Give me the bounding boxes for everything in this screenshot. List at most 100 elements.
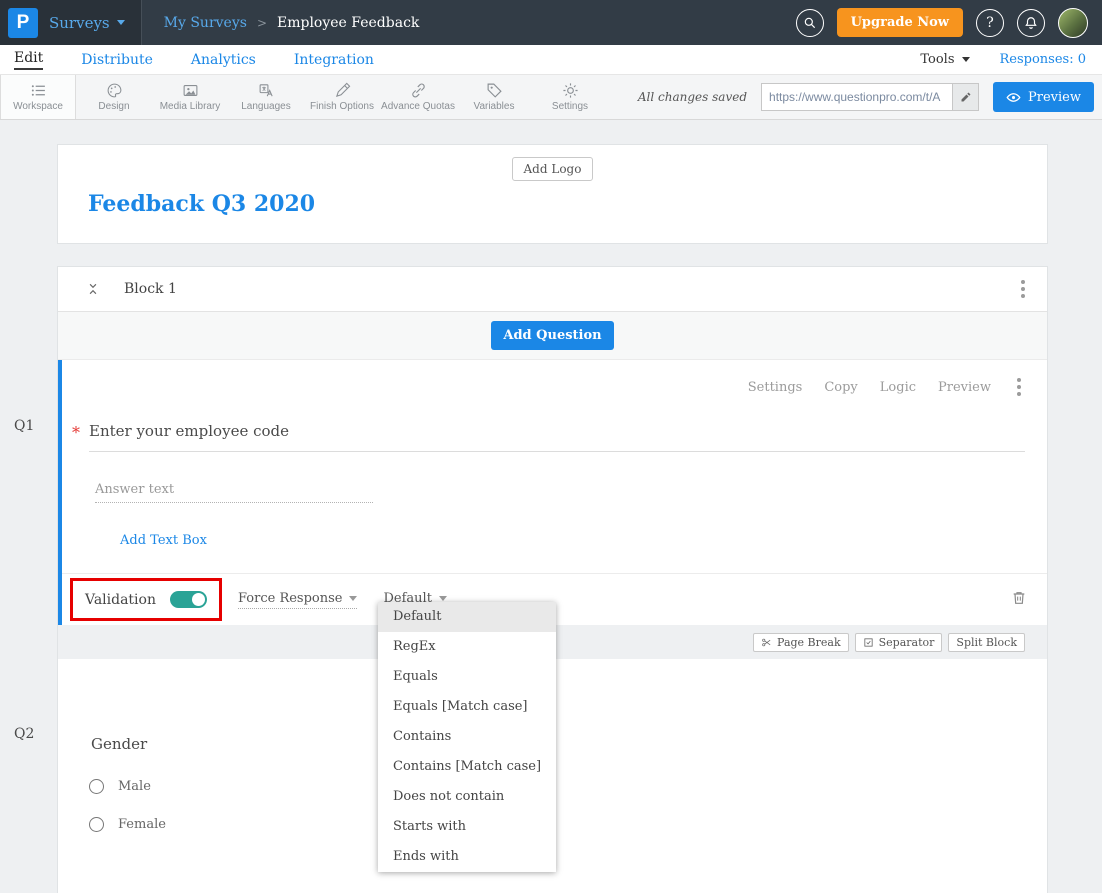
top-bar: P Surveys My Surveys > Employee Feedback… [0,0,1102,45]
add-logo-button[interactable]: Add Logo [512,157,594,181]
page-title: Employee Feedback [277,15,419,31]
radio-label[interactable]: Female [118,817,166,832]
toolbar-label: Advance Quotas [381,101,455,112]
question-logic-action[interactable]: Logic [880,380,916,395]
radio-button[interactable] [89,817,104,832]
help-icon: ? [986,15,994,31]
menu-item-ends-with[interactable]: Ends with [378,842,556,872]
answer-option-row: Male [89,779,1023,794]
tools-menu[interactable]: Tools [920,52,969,67]
question-settings-action[interactable]: Settings [748,380,803,395]
toolbar-label: Finish Options [310,101,374,112]
tab-integration[interactable]: Integration [294,52,374,68]
search-icon [803,16,817,30]
toolbar-item-languages[interactable]: Languages [228,75,304,119]
menu-item-equals[interactable]: Equals [378,662,556,692]
survey-url-input[interactable] [762,84,952,110]
scissors-icon [761,637,772,648]
toolbar-label: Languages [241,101,291,112]
link-icon [410,82,427,99]
answer-text-field[interactable]: Answer text [95,482,373,503]
menu-item-does-not-contain[interactable]: Does not contain [378,782,556,812]
translate-icon [258,82,275,99]
toolbar-item-advance-quotas[interactable]: Advance Quotas [380,75,456,119]
toolbar-item-workspace[interactable]: Workspace [0,75,76,119]
page-break-button[interactable]: Page Break [753,633,849,652]
answer-option-row: Female [89,817,1023,832]
split-block-button[interactable]: Split Block [948,633,1025,652]
add-text-box-link[interactable]: Add Text Box [120,533,207,548]
search-button[interactable] [796,9,824,37]
tab-analytics[interactable]: Analytics [191,52,256,68]
toolbar-item-settings[interactable]: Settings [532,75,608,119]
survey-title[interactable]: Feedback Q3 2020 [88,191,1047,217]
tab-distribute[interactable]: Distribute [81,52,153,68]
pencil-icon [960,91,972,103]
add-question-button[interactable]: Add Question [491,321,613,350]
validation-toggle[interactable] [170,591,207,608]
split-block-label: Split Block [956,636,1017,649]
block-header: Block 1 [58,267,1047,312]
breadcrumb-separator: > [257,16,267,30]
breadcrumb-my-surveys[interactable]: My Surveys [164,15,247,31]
force-response-dropdown[interactable]: Force Response [238,591,358,609]
tab-edit[interactable]: Edit [14,50,43,70]
edit-url-button[interactable] [952,84,978,110]
tools-label: Tools [920,52,954,67]
question-2-code: Q2 [14,726,34,742]
product-menu-label: Surveys [49,14,110,32]
workspace-icon [30,82,47,99]
menu-item-default[interactable]: Default [378,602,556,632]
question-menu-icon[interactable] [1013,374,1025,400]
delete-question-button[interactable] [1011,590,1027,610]
toolbar-item-design[interactable]: Design [76,75,152,119]
collapse-block-icon[interactable] [86,282,100,296]
menu-item-starts-with[interactable]: Starts with [378,812,556,842]
add-question-row: Add Question [58,312,1047,360]
question-copy-action[interactable]: Copy [824,380,857,395]
palette-icon [106,82,123,99]
bell-icon [1024,16,1038,30]
checkbox-icon [863,637,874,648]
radio-label[interactable]: Male [118,779,151,794]
toolbar-label: Settings [552,101,588,112]
tag-icon [486,82,503,99]
toolbar-item-variables[interactable]: Variables [456,75,532,119]
toolbar-item-finish-options[interactable]: Finish Options [304,75,380,119]
responses-count[interactable]: Responses: 0 [1000,52,1087,67]
caret-down-icon [349,596,357,601]
user-avatar[interactable] [1058,8,1088,38]
gear-icon [562,82,579,99]
toolbar-label: Workspace [13,101,63,112]
menu-item-contains-match-case[interactable]: Contains [Match case] [378,752,556,782]
page-break-label: Page Break [777,636,841,649]
separator-button[interactable]: Separator [855,633,943,652]
caret-down-icon [117,20,125,25]
upgrade-now-button[interactable]: Upgrade Now [837,8,963,37]
preview-button[interactable]: Preview [993,82,1094,112]
main-tabs-bar: Edit Distribute Analytics Integration To… [0,45,1102,74]
separator-label: Separator [879,636,935,649]
toolbar-item-media-library[interactable]: Media Library [152,75,228,119]
block-title[interactable]: Block 1 [124,281,177,297]
question-text[interactable]: Gender [91,735,1023,753]
breadcrumb: My Surveys > Employee Feedback [164,15,420,31]
validation-label: Validation [85,592,156,608]
pen-icon [334,82,351,99]
question-text[interactable]: Enter your employee code [89,422,1025,452]
toolbar-label: Media Library [160,101,221,112]
menu-item-equals-match-case[interactable]: Equals [Match case] [378,692,556,722]
question-preview-action[interactable]: Preview [938,380,991,395]
validation-type-menu: Default RegEx Equals Equals [Match case]… [378,602,556,872]
annotation-highlight: Validation [70,578,222,621]
menu-item-regex[interactable]: RegEx [378,632,556,662]
required-marker: * [72,423,80,442]
toggle-knob [192,593,205,606]
product-switcher[interactable]: P Surveys [0,0,141,45]
block-menu-icon[interactable] [1017,276,1029,302]
save-status: All changes saved [638,90,747,104]
menu-item-contains[interactable]: Contains [378,722,556,752]
radio-button[interactable] [89,779,104,794]
notifications-button[interactable] [1017,9,1045,37]
help-button[interactable]: ? [976,9,1004,37]
